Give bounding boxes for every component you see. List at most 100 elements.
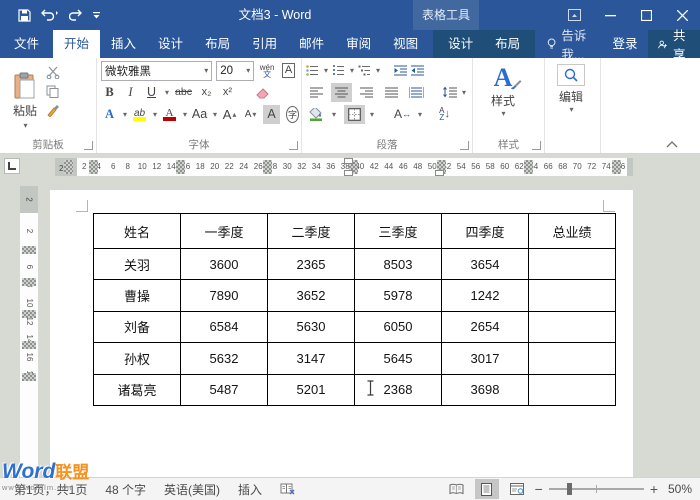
read-mode-button[interactable] — [445, 479, 469, 499]
distribute-button[interactable] — [406, 83, 427, 102]
customize-qat-icon[interactable] — [92, 11, 101, 20]
superscript-button[interactable]: x² — [219, 83, 236, 102]
zoom-slider-thumb[interactable] — [566, 483, 572, 495]
underline-button[interactable]: U — [143, 83, 160, 102]
tab-file[interactable]: 文件 — [0, 30, 53, 58]
editing-button[interactable]: 编辑 ▾ — [549, 60, 593, 114]
enclose-characters-button[interactable]: 字 — [284, 105, 301, 124]
caret-down-icon[interactable]: ▾ — [350, 66, 354, 75]
table-row-marker[interactable] — [22, 246, 36, 254]
table-cell[interactable] — [528, 279, 616, 312]
caret-down-icon[interactable]: ▾ — [123, 110, 127, 119]
multilevel-list-button[interactable] — [358, 65, 371, 76]
table-column-marker[interactable] — [64, 160, 73, 174]
table-column-marker[interactable] — [612, 160, 621, 174]
caret-down-icon[interactable]: ▾ — [462, 88, 466, 97]
table-cell[interactable]: 3600 — [180, 247, 268, 281]
grow-font-button[interactable]: A ▴ — [221, 105, 238, 124]
ribbon-tab[interactable]: 审阅 — [335, 30, 382, 58]
table-cell[interactable]: 刘备 — [93, 310, 181, 344]
paste-button[interactable]: 粘贴 ▾ — [4, 60, 46, 137]
align-left-button[interactable] — [306, 83, 327, 102]
ribbon-tab[interactable]: 插入 — [100, 30, 147, 58]
cut-button[interactable] — [46, 66, 61, 79]
insert-mode-status[interactable]: 插入 — [238, 481, 262, 498]
table-row-marker[interactable] — [22, 373, 36, 381]
caret-down-icon[interactable]: ▾ — [183, 110, 187, 119]
table-cell[interactable] — [528, 342, 616, 375]
caret-down-icon[interactable]: ▾ — [324, 66, 328, 75]
table-cell[interactable]: 5645 — [354, 342, 442, 375]
ribbon-tab[interactable]: 设计 — [147, 30, 194, 58]
dialog-launcher-icon[interactable] — [532, 141, 541, 150]
table-cell[interactable]: 曹操 — [93, 279, 181, 312]
table-cell[interactable]: 5632 — [180, 342, 268, 375]
text-effects-button[interactable]: A — [101, 105, 118, 124]
document-page[interactable]: 姓名 一季度 二季度 三季度 四季度 总业绩 关羽 3600 2365 8503 3654 曹操 789… — [50, 190, 633, 478]
table-cell[interactable]: 孙权 — [93, 342, 181, 375]
ribbon-tab[interactable]: 引用 — [241, 30, 288, 58]
caret-down-icon[interactable]: ▾ — [376, 66, 380, 75]
text-highlight-button[interactable]: ab — [131, 105, 148, 124]
caret-down-icon[interactable]: ▾ — [165, 88, 169, 97]
web-layout-button[interactable] — [505, 479, 529, 499]
caret-down-icon[interactable]: ▾ — [153, 110, 157, 119]
vertical-ruler[interactable]: 2 24681012141618 — [20, 186, 38, 478]
table-cell[interactable]: 5630 — [267, 310, 355, 344]
table-column-marker[interactable] — [524, 160, 533, 174]
font-color-button[interactable]: A — [161, 105, 178, 124]
table-cell[interactable]: 诸葛亮 — [93, 373, 181, 406]
table-cell[interactable]: 3017 — [441, 342, 529, 375]
proofing-status-button[interactable] — [280, 483, 295, 495]
justify-button[interactable] — [381, 83, 402, 102]
phonetic-guide-button[interactable]: wén 文 — [258, 61, 276, 80]
table-row-marker[interactable] — [22, 310, 36, 318]
increase-indent-button[interactable] — [411, 65, 425, 76]
collapse-ribbon-button[interactable] — [666, 140, 678, 148]
align-center-button[interactable] — [331, 82, 352, 102]
table-cell[interactable]: 3654 — [441, 247, 529, 281]
undo-icon[interactable] — [41, 9, 59, 21]
table-cell[interactable]: 三季度 — [354, 213, 442, 249]
table-cell[interactable]: 3698 — [441, 373, 529, 406]
line-spacing-button[interactable] — [443, 86, 457, 98]
zoom-slider-track[interactable] — [548, 483, 644, 495]
asian-layout-button[interactable]: A ↔ — [392, 105, 413, 124]
table-cell[interactable] — [528, 247, 616, 281]
ribbon-tab[interactable]: 视图 — [382, 30, 429, 58]
dialog-launcher-icon[interactable] — [460, 141, 469, 150]
table-cell[interactable]: 2365 — [267, 247, 355, 281]
dialog-launcher-icon[interactable] — [289, 141, 298, 150]
table-row-marker[interactable] — [22, 341, 36, 349]
strikethrough-button[interactable]: abc — [173, 83, 194, 102]
styles-button[interactable]: A 样式 ▾ — [477, 60, 529, 118]
bold-button[interactable]: B — [101, 83, 118, 102]
font-size-combo[interactable]: 20 ▾ — [216, 60, 255, 81]
hanging-indent-marker[interactable] — [344, 170, 353, 176]
caret-down-icon[interactable]: ▾ — [418, 110, 422, 119]
table-column-marker[interactable] — [176, 160, 185, 174]
context-tab[interactable]: 设计 — [437, 30, 484, 58]
table-cell[interactable]: 2654 — [441, 310, 529, 344]
word-count[interactable]: 48 个字 — [105, 481, 146, 498]
subscript-button[interactable]: x₂ — [198, 83, 215, 102]
table-cell[interactable]: 7890 — [180, 279, 268, 312]
bullets-button[interactable] — [306, 65, 319, 76]
table-cell[interactable]: 8503 — [354, 247, 442, 281]
maximize-button[interactable] — [628, 0, 664, 30]
print-layout-button[interactable] — [474, 479, 499, 499]
shrink-font-button[interactable]: A ▾ — [242, 105, 259, 124]
clear-formatting-button[interactable] — [256, 86, 271, 99]
horizontal-ruler[interactable]: 2 2 4 6 8 10 12 14 16 18 20 22 24 26 28 30 32 34 36 38 40 42… — [55, 158, 633, 176]
table-cell[interactable]: 一季度 — [180, 213, 268, 249]
copy-button[interactable] — [46, 85, 61, 98]
ribbon-tab[interactable]: 开始 — [53, 30, 101, 58]
table-column-marker[interactable] — [89, 160, 98, 174]
character-border-button[interactable]: A — [280, 61, 297, 80]
context-tab[interactable]: 布局 — [484, 30, 531, 58]
table-cell[interactable]: 3652 — [267, 279, 355, 312]
ribbon-tab[interactable]: 邮件 — [288, 30, 335, 58]
table-cell[interactable]: 6584 — [180, 310, 268, 344]
sign-in-button[interactable]: 登录 — [601, 30, 648, 58]
table-cell[interactable]: 5978 — [354, 279, 442, 312]
